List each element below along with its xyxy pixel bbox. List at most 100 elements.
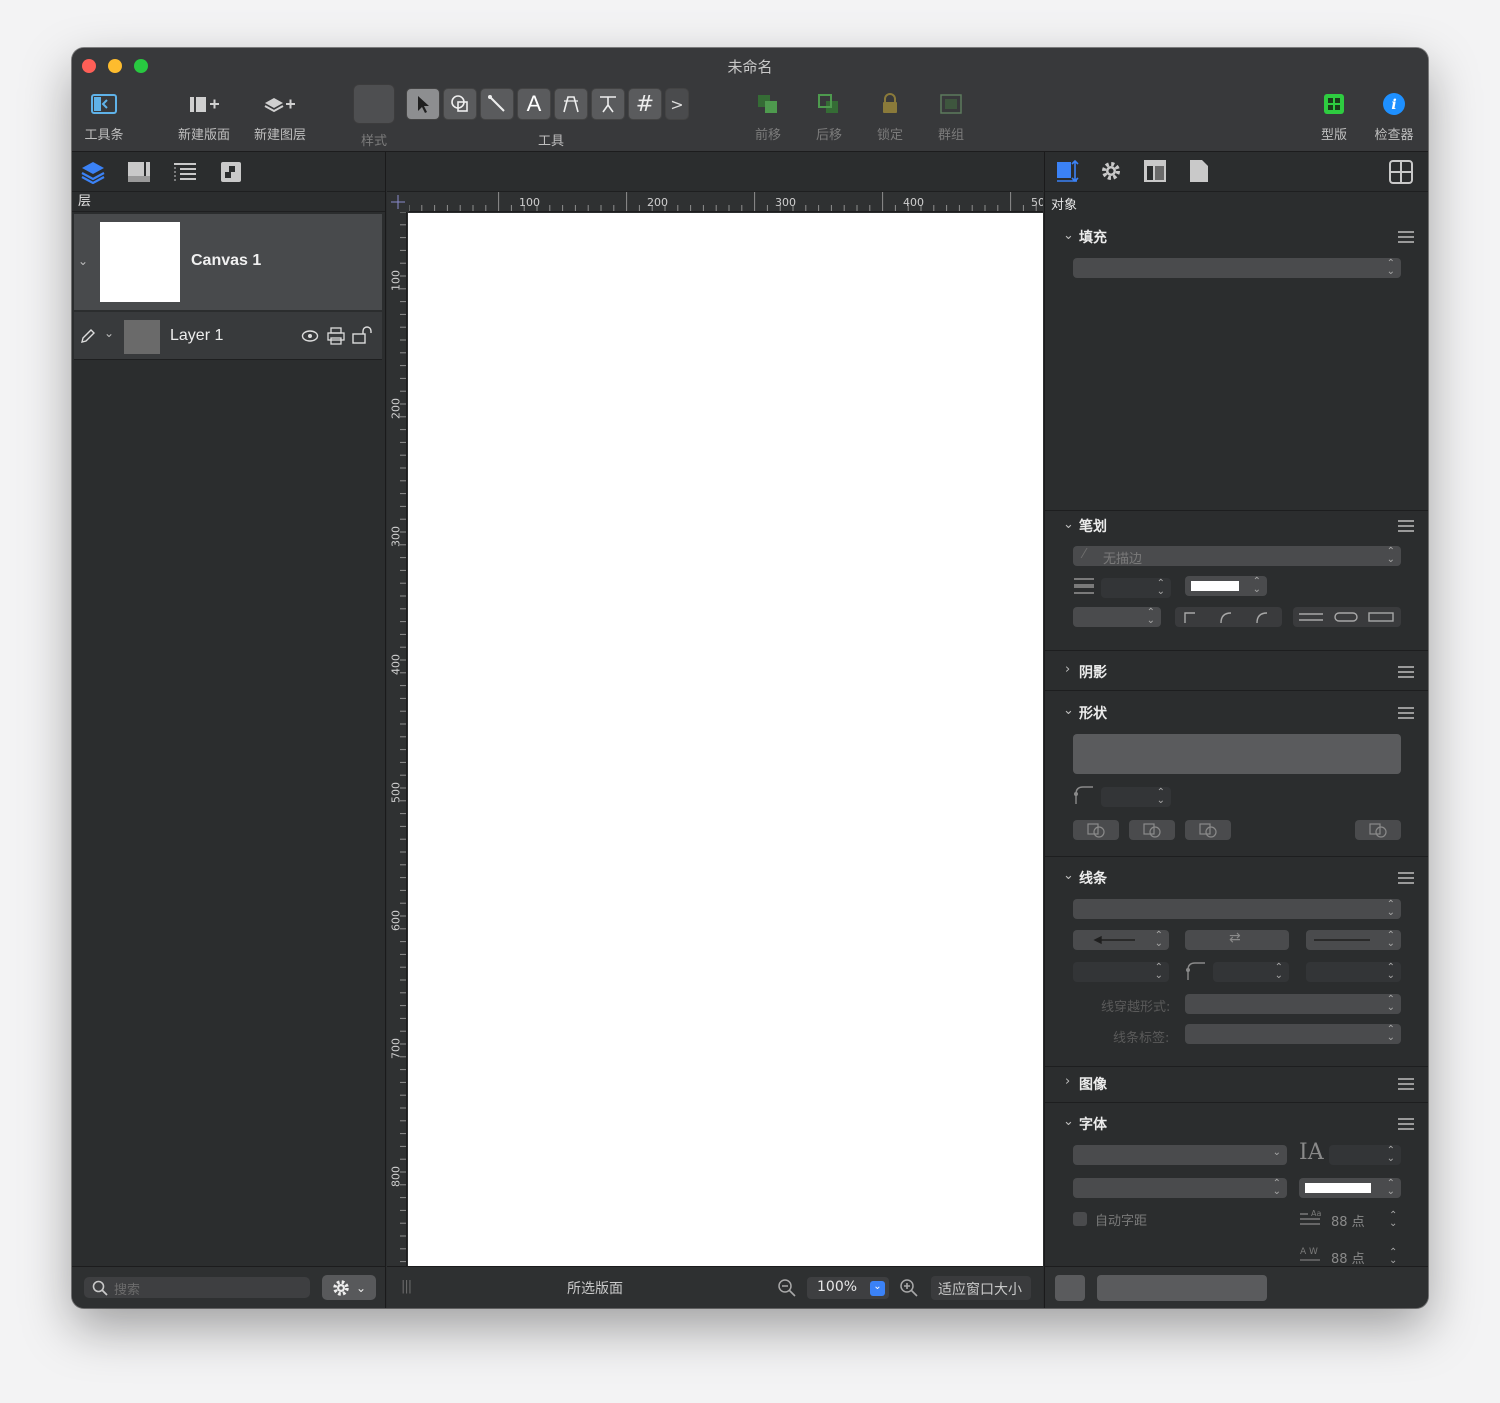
- line-tool-button[interactable]: [480, 88, 514, 120]
- line-end-arrow-select[interactable]: ⌃ ⌄: [1306, 930, 1401, 950]
- stroke-pattern-select[interactable]: ⌃ ⌄: [1073, 607, 1161, 627]
- font-section-title[interactable]: 字体: [1079, 1114, 1107, 1134]
- shape-section-title[interactable]: 形状: [1079, 703, 1107, 723]
- stencils-button[interactable]: 型版: [1314, 88, 1354, 143]
- tab-layers[interactable]: [80, 159, 106, 185]
- style-well[interactable]: [353, 84, 395, 124]
- chevron-right-icon[interactable]: ›: [1065, 662, 1070, 677]
- cap-styles-icon: [1299, 612, 1394, 622]
- canvas-row[interactable]: ⌄ Canvas 1: [74, 214, 382, 310]
- swap-arrows-button[interactable]: ⇄: [1185, 930, 1289, 950]
- zoom-level-select[interactable]: 100% ⌄: [807, 1277, 889, 1299]
- font-menu-icon[interactable]: [1398, 1118, 1414, 1133]
- zoom-out-icon[interactable]: [777, 1278, 797, 1298]
- chevron-down-icon[interactable]: ⌄: [1063, 703, 1074, 718]
- fill-type-select[interactable]: ⌃ ⌄: [1073, 258, 1401, 278]
- shape-union-button[interactable]: [1073, 820, 1119, 840]
- inspector-button[interactable]: i 检查器: [1370, 88, 1418, 143]
- lines-section-title[interactable]: 线条: [1079, 868, 1107, 888]
- eye-icon[interactable]: [301, 329, 319, 343]
- font-family-select[interactable]: ⌄: [1073, 1145, 1287, 1165]
- line-midpoint-field[interactable]: ⌃ ⌄: [1306, 962, 1401, 982]
- sidebar-actions-button[interactable]: ⌄: [322, 1275, 376, 1300]
- diagram-tool-button[interactable]: [591, 88, 625, 120]
- line-hops-select[interactable]: ⌃ ⌄: [1185, 994, 1401, 1014]
- shape-subtract-button[interactable]: [1185, 820, 1231, 840]
- unlock-icon[interactable]: [352, 326, 374, 344]
- pencil-icon[interactable]: [80, 328, 96, 344]
- bring-forward-button[interactable]: 前移: [748, 88, 788, 143]
- chevron-down-icon[interactable]: ⌄: [1063, 1114, 1074, 1129]
- line-type-select[interactable]: ⌃ ⌄: [1073, 899, 1401, 919]
- auto-kerning-checkbox[interactable]: [1073, 1212, 1087, 1226]
- line-width-field[interactable]: ⌃ ⌄: [1073, 962, 1169, 982]
- image-menu-icon[interactable]: [1398, 1078, 1414, 1093]
- new-canvas-button[interactable]: 新建版面: [172, 88, 236, 143]
- lock-button[interactable]: 锁定: [870, 88, 910, 143]
- line-curve-field[interactable]: ⌃ ⌄: [1213, 962, 1289, 982]
- shadow-menu-icon[interactable]: [1398, 666, 1414, 681]
- resize-handle-icon[interactable]: |||: [401, 1279, 412, 1294]
- stroke-color-well[interactable]: ⌃ ⌄: [1185, 576, 1267, 596]
- chevron-down-icon[interactable]: ⌄: [1063, 517, 1074, 532]
- pen-tool-button[interactable]: [554, 88, 588, 120]
- printer-icon[interactable]: [327, 327, 345, 345]
- object-label: 对象: [1051, 198, 1078, 213]
- tab-canvases[interactable]: [126, 159, 152, 185]
- stroke-section-title[interactable]: 笔划: [1079, 516, 1107, 536]
- shape-picker[interactable]: [1073, 734, 1401, 774]
- canvas-settings-icon[interactable]: [1143, 159, 1167, 183]
- stroke-type-select[interactable]: ⁄ 无描边 ⌃ ⌄: [1073, 546, 1401, 567]
- new-layer-button[interactable]: 新建图层: [248, 88, 312, 143]
- shadow-section-title[interactable]: 阴影: [1079, 662, 1107, 682]
- corner-style-segmented[interactable]: [1175, 607, 1282, 627]
- text-tool-button[interactable]: A: [517, 88, 551, 120]
- char-spacing-stepper[interactable]: ⌃ ⌄: [1389, 1248, 1397, 1266]
- fit-window-button[interactable]: 适应窗口大小: [931, 1276, 1031, 1300]
- chevron-down-icon[interactable]: ⌄: [78, 254, 88, 268]
- font-color-well[interactable]: ⌃ ⌄: [1299, 1178, 1401, 1198]
- send-backward-button[interactable]: 后移: [809, 88, 849, 143]
- grid-tool-button[interactable]: #: [628, 88, 662, 120]
- gear-icon[interactable]: [1099, 159, 1123, 183]
- fill-menu-icon[interactable]: [1398, 231, 1414, 246]
- line-start-arrow-select[interactable]: ⌃ ⌄: [1073, 930, 1169, 950]
- chevron-right-icon[interactable]: ›: [1065, 1074, 1070, 1089]
- shape-menu-icon[interactable]: [1398, 707, 1414, 722]
- more-tools-button[interactable]: >: [665, 88, 689, 120]
- shape-tool-button[interactable]: [443, 88, 477, 120]
- line-label-select[interactable]: ⌃ ⌄: [1185, 1024, 1401, 1044]
- chevron-down-icon[interactable]: ⌄: [1063, 868, 1074, 883]
- shape-convert-button[interactable]: [1355, 820, 1401, 840]
- search-field[interactable]: 搜索: [84, 1277, 310, 1298]
- font-size-field[interactable]: ⌃ ⌄: [1329, 1145, 1401, 1165]
- object-inspector-icon[interactable]: [1055, 158, 1081, 184]
- shape-intersect-button[interactable]: [1129, 820, 1175, 840]
- cap-style-segmented[interactable]: [1293, 607, 1401, 627]
- document-icon[interactable]: [1189, 159, 1209, 183]
- layer-row[interactable]: ⌄ Layer 1: [74, 312, 382, 360]
- zoom-in-icon[interactable]: [899, 1278, 919, 1298]
- font-style-select[interactable]: ⌃ ⌄: [1073, 1178, 1287, 1198]
- tab-selection[interactable]: [218, 159, 244, 185]
- chevron-down-icon[interactable]: ⌄: [1063, 228, 1074, 243]
- grid-layout-icon[interactable]: [1389, 160, 1413, 184]
- chevron-down-icon[interactable]: ⌄: [104, 326, 114, 340]
- selected-canvas-label[interactable]: 所选版面: [567, 1278, 623, 1298]
- line-spacing-value[interactable]: 88 点: [1331, 1211, 1365, 1230]
- corner-radius-field[interactable]: ⌃ ⌄: [1101, 787, 1171, 807]
- toolbar-toggle-button[interactable]: 工具条: [80, 88, 128, 143]
- image-section-title[interactable]: 图像: [1079, 1074, 1107, 1094]
- group-button[interactable]: 群组: [931, 88, 971, 143]
- lines-menu-icon[interactable]: [1398, 872, 1414, 887]
- style-swatch-button[interactable]: [1055, 1275, 1085, 1301]
- tab-outline[interactable]: [172, 159, 198, 185]
- char-spacing-value[interactable]: 88 点: [1331, 1248, 1365, 1267]
- stroke-menu-icon[interactable]: [1398, 520, 1414, 535]
- artboard[interactable]: [408, 213, 1043, 1266]
- stroke-width-field[interactable]: ⌃ ⌄: [1101, 578, 1171, 598]
- line-spacing-stepper[interactable]: ⌃ ⌄: [1389, 1211, 1397, 1229]
- selection-tool-button[interactable]: [406, 88, 440, 120]
- fill-section-title[interactable]: 填充: [1079, 227, 1107, 247]
- style-name-field[interactable]: [1097, 1275, 1267, 1301]
